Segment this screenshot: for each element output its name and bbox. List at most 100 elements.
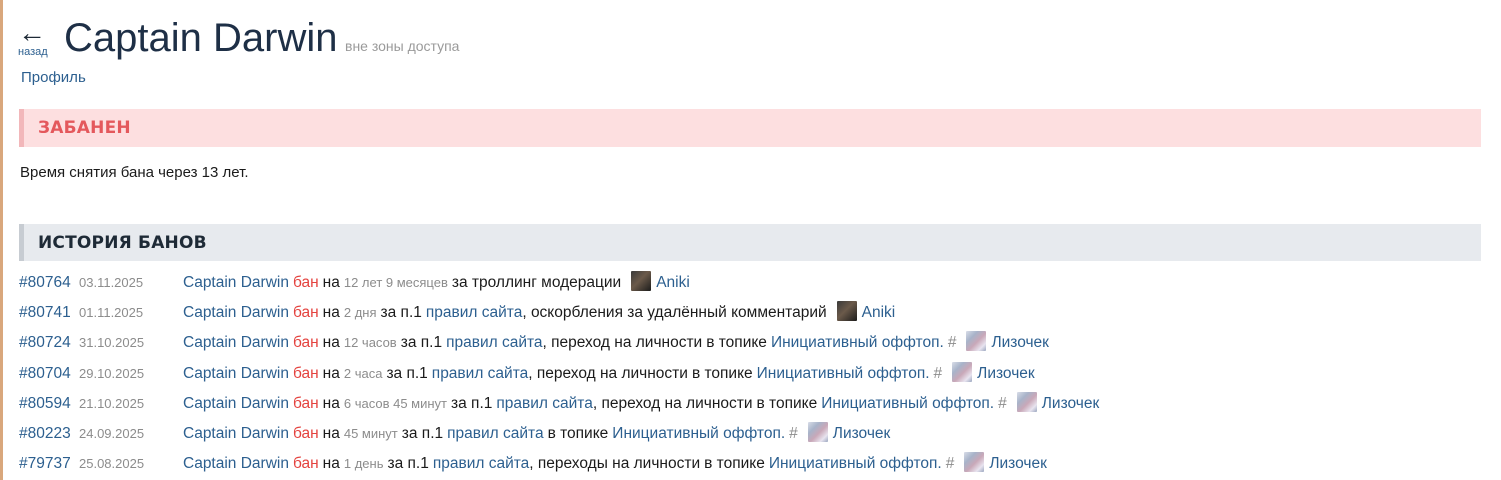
ban-duration: 12 лет 9 месяцев (343, 275, 448, 290)
ban-user-link[interactable]: Captain Darwin (183, 334, 289, 351)
ban-duration: 12 часов (343, 335, 397, 351)
ban-row: #80741 01.11.2025 Captain Darwin бан на 2 дня… (19, 298, 1099, 328)
moderator-name: Лизочек (989, 455, 1047, 473)
rules-link[interactable]: правил сайта (432, 365, 528, 382)
topic-link[interactable]: Инициативный оффтоп. (757, 365, 930, 382)
ban-action: бан (292, 424, 319, 442)
ban-duration: 2 дня (343, 305, 377, 321)
ban-user-link[interactable]: Captain Darwin (183, 304, 289, 321)
comment-anchor-link[interactable]: # (998, 395, 1007, 412)
back-label: назад (18, 46, 48, 58)
ban-expiry-info: Время снятия бана через 13 лет. (20, 164, 249, 181)
topic-link[interactable]: Инициативный оффтоп. (612, 425, 785, 442)
ban-reason-prefix: за п.1 (400, 334, 443, 352)
topic-prefix: в топике (547, 424, 609, 442)
banned-banner: ЗАБАНЕН (19, 109, 1481, 147)
moderator-link[interactable]: Лизочек (952, 361, 1035, 382)
moderator-link[interactable]: Лизочек (1016, 391, 1099, 412)
comment-anchor-link[interactable]: # (946, 455, 955, 472)
ban-user-link[interactable]: Captain Darwin (183, 395, 289, 412)
ban-on-label: на (322, 274, 340, 291)
moderator-avatar (1016, 391, 1037, 412)
moderator-name: Лизочек (977, 364, 1035, 382)
rules-link[interactable]: правил сайта (447, 425, 543, 442)
ban-id-link[interactable]: #80704 (19, 359, 75, 389)
ban-reason-prefix: за п.1 (387, 455, 429, 473)
comment-anchor-link[interactable]: # (948, 334, 957, 351)
ban-on-label: на (322, 424, 340, 442)
ban-reason-text: , переходы на личности (529, 455, 701, 473)
topic-prefix: в топике (706, 334, 767, 352)
ban-date: 01.11.2025 (79, 305, 144, 321)
moderator-name: Aniki (861, 304, 896, 322)
banned-title: ЗАБАНЕН (38, 118, 131, 138)
moderator-name: Лизочек (991, 334, 1049, 352)
ban-duration: 1 день (343, 456, 384, 472)
moderator-avatar (964, 452, 985, 473)
ban-action: бан (292, 274, 319, 291)
ban-id-link[interactable]: #80223 (19, 419, 75, 449)
topic-prefix: в топике (756, 394, 818, 412)
moderator-name: Aniki (656, 274, 690, 291)
moderator-link[interactable]: Aniki (631, 271, 690, 291)
moderator-avatar (807, 421, 828, 442)
ban-user-link[interactable]: Captain Darwin (183, 365, 289, 382)
ban-user-link[interactable]: Captain Darwin (183, 274, 289, 291)
ban-user-link[interactable]: Captain Darwin (183, 425, 289, 442)
ban-reason-prefix: за п.1 (401, 424, 444, 442)
comment-anchor-link[interactable]: # (789, 425, 798, 442)
ban-date: 03.11.2025 (79, 275, 144, 290)
ban-duration: 45 минут (343, 425, 398, 441)
ban-user-link[interactable]: Captain Darwin (183, 455, 289, 472)
ban-id-link[interactable]: #80741 (19, 298, 75, 328)
page-title: Captain Darwin (64, 16, 338, 60)
ban-history-title: ИСТОРИЯ БАНОВ (38, 233, 207, 253)
ban-on-label: на (322, 364, 340, 382)
ban-on-label: на (322, 455, 340, 473)
ban-reason-text: , оскорбления за удалённый комментарий (522, 304, 827, 322)
ban-history-list: #80764 03.11.2025 Captain Darwin бан на 12 ле… (19, 268, 1099, 479)
user-status: вне зоны доступа (345, 38, 460, 54)
rules-link[interactable]: правил сайта (433, 455, 529, 472)
comment-anchor-link[interactable]: # (934, 365, 943, 382)
ban-on-label: на (322, 334, 340, 352)
topic-link[interactable]: Инициативный оффтоп. (771, 334, 944, 351)
ban-reason-text: , переход на личности (528, 364, 688, 382)
ban-on-label: на (322, 304, 340, 322)
topic-prefix: в топике (691, 364, 753, 382)
moderator-link[interactable]: Лизочек (964, 452, 1047, 473)
ban-duration: 6 часов 45 минут (343, 395, 448, 411)
ban-date: 21.10.2025 (79, 395, 145, 411)
rules-link[interactable]: правил сайта (446, 334, 542, 351)
ban-row: #80724 31.10.2025 Captain Darwin бан на 12 ча… (19, 328, 1099, 358)
ban-id-link[interactable]: #80764 (19, 268, 75, 298)
ban-reason-text: , переход на личности (592, 394, 753, 412)
topic-link[interactable]: Инициативный оффтоп. (821, 395, 994, 412)
ban-date: 29.10.2025 (79, 365, 145, 381)
profile-link[interactable]: Профиль (21, 69, 86, 86)
topic-prefix: в топике (704, 455, 765, 473)
ban-reason-prefix: за п.1 (380, 304, 422, 322)
ban-duration: 2 часа (343, 365, 383, 381)
back-button[interactable]: ← назад (18, 19, 54, 59)
rules-link[interactable]: правил сайта (496, 395, 592, 412)
moderator-link[interactable]: Aniki (836, 301, 896, 322)
ban-id-link[interactable]: #79737 (19, 449, 75, 479)
ban-id-link[interactable]: #80724 (19, 328, 75, 358)
moderator-link[interactable]: Лизочек (966, 331, 1049, 352)
ban-action: бан (292, 304, 319, 322)
topic-link[interactable]: Инициативный оффтоп. (769, 455, 942, 472)
ban-id-link[interactable]: #80594 (19, 389, 75, 419)
moderator-avatar (966, 331, 987, 352)
ban-on-label: на (322, 394, 340, 412)
ban-action: бан (292, 334, 319, 352)
ban-action: бан (292, 455, 319, 473)
rules-link[interactable]: правил сайта (426, 304, 522, 321)
ban-date: 31.10.2025 (79, 335, 145, 351)
ban-row: #80594 21.10.2025 Captain Darwin бан на 6 час… (19, 389, 1099, 419)
moderator-name: Лизочек (832, 424, 891, 442)
ban-row: #79737 25.08.2025 Captain Darwin бан на 1 ден… (19, 449, 1099, 479)
moderator-link[interactable]: Лизочек (807, 421, 891, 442)
moderator-avatar (836, 301, 857, 322)
ban-reason-prefix: за п.1 (451, 394, 493, 412)
